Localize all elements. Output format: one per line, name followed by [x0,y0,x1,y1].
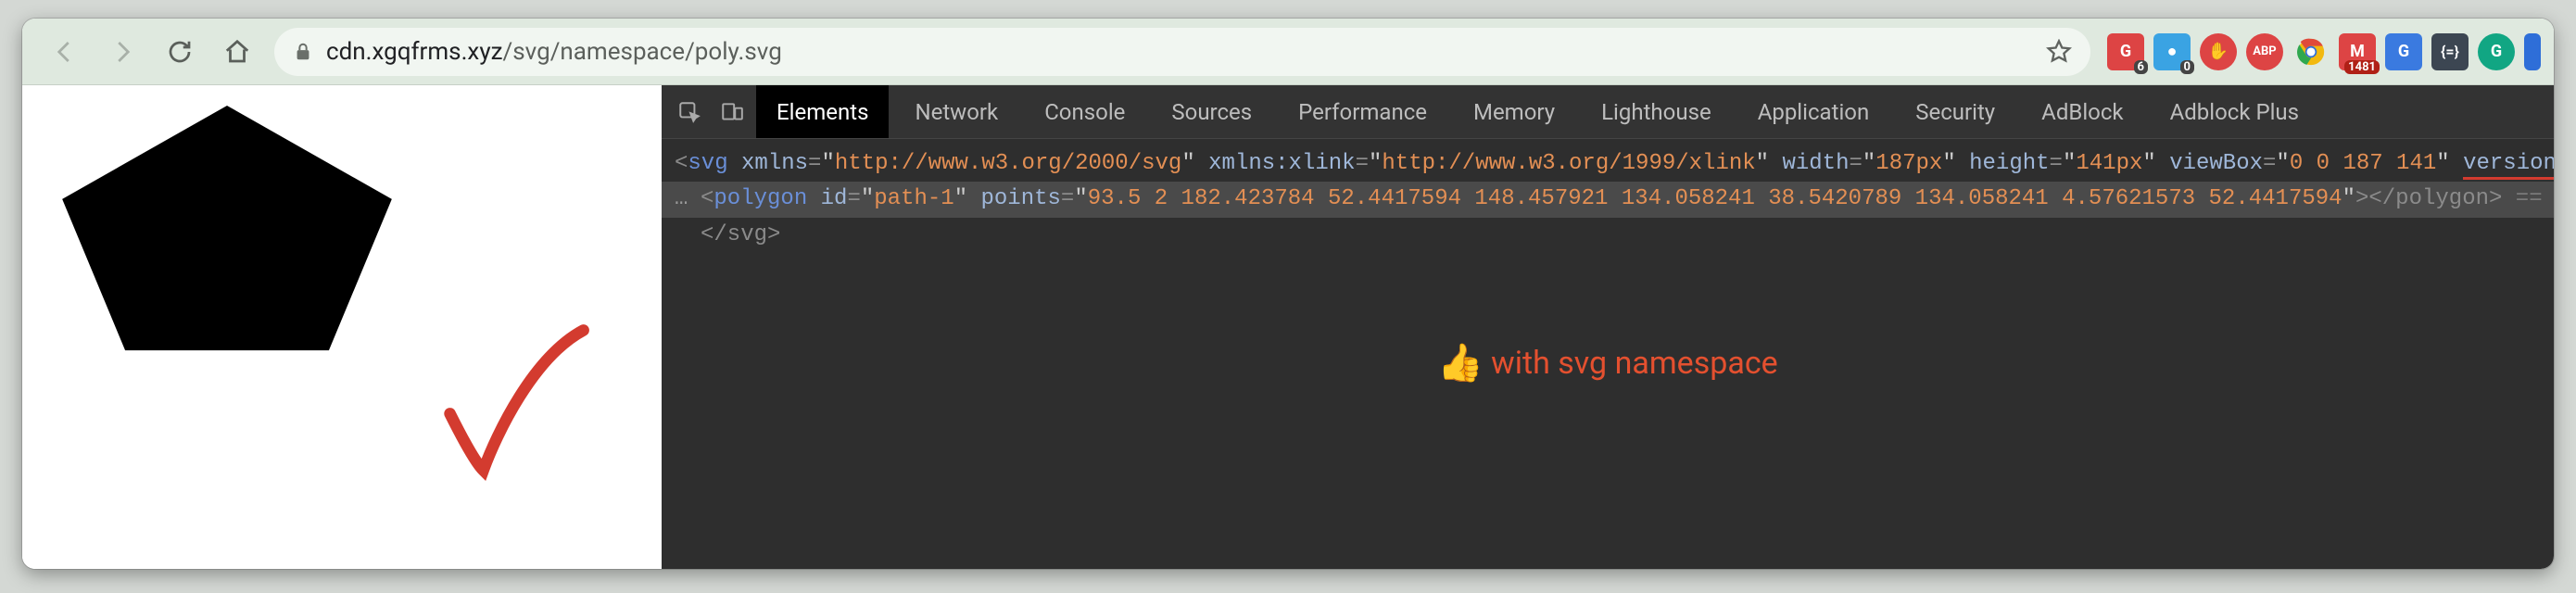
lock-icon [293,41,313,63]
url-host: cdn.xgqfrms.xyz [326,38,503,66]
devtools-tabs: Elements Network Console Sources Perform… [662,85,2554,139]
content-area: Elements Network Console Sources Perform… [22,85,2554,569]
extension-translate-icon[interactable]: G [2385,33,2422,70]
url-path: /svg/namespace/poly.svg [503,38,782,66]
tab-console[interactable]: Console [1024,85,1145,138]
annotation-text: 👍 with svg namespace [1437,334,1777,393]
arrow-right-icon [108,38,136,66]
tab-memory[interactable]: Memory [1453,85,1575,138]
extension-icon[interactable]: G6 [2107,33,2144,70]
bookmark-star-icon[interactable] [2046,39,2072,65]
thumbs-up-icon: 👍 [1437,334,1484,393]
chrome-icon [2295,36,2327,68]
polygon-tag-selected[interactable]: … <polygon id="path-1" points="93.5 2 18… [662,182,2554,217]
tab-sources[interactable]: Sources [1151,85,1272,138]
extension-grammarly-icon[interactable]: G [2478,33,2515,70]
url-text: cdn.xgqfrms.xyz/svg/namespace/poly.svg [326,38,782,66]
device-toolbar-icon[interactable] [713,94,751,131]
extension-icon[interactable]: ●0 [2153,33,2191,70]
checkmark-annotation [430,317,597,484]
browser-toolbar: cdn.xgqfrms.xyz/svg/namespace/poly.svg G… [22,19,2554,85]
tab-application[interactable]: Application [1737,85,1890,138]
arrow-left-icon [51,38,79,66]
tab-network[interactable]: Network [894,85,1018,138]
devtools-panel: Elements Network Console Sources Perform… [662,85,2554,569]
tab-lighthouse[interactable]: Lighthouse [1581,85,1732,138]
tab-performance[interactable]: Performance [1278,85,1447,138]
reload-icon [166,38,194,66]
tab-adblock[interactable]: AdBlock [2021,85,2143,138]
tab-adblock-plus[interactable]: Adblock Plus [2150,85,2319,138]
elements-tree[interactable]: <svg xmlns="http://www.w3.org/2000/svg" … [662,139,2554,569]
browser-window: cdn.xgqfrms.xyz/svg/namespace/poly.svg G… [22,19,2554,569]
extension-icon[interactable]: ✋ [2200,33,2237,70]
svg-close-tag[interactable]: </svg> [675,218,2541,253]
extension-abp-icon[interactable]: ABP [2246,33,2283,70]
extension-chrome-icon[interactable] [2292,33,2330,70]
tab-elements[interactable]: Elements [756,85,889,138]
home-button[interactable] [217,32,258,72]
forward-button[interactable] [102,32,143,72]
tab-security[interactable]: Security [1895,85,2015,138]
pentagon-svg [54,102,400,367]
annotation-label: with svg namespace [1491,338,1778,388]
home-icon [223,38,251,66]
rendered-svg-pane [22,85,662,569]
extension-icon[interactable] [2524,33,2541,70]
ellipsis-icon[interactable]: … [675,182,701,217]
reload-button[interactable] [159,32,200,72]
svg-open-tag[interactable]: <svg xmlns="http://www.w3.org/2000/svg" … [675,146,2541,182]
inspect-element-icon[interactable] [671,94,708,131]
extension-icons: G6 ●0 ✋ ABP M1481 G {=} G [2107,33,2541,70]
extension-gmail-icon[interactable]: M1481 [2339,33,2376,70]
back-button[interactable] [44,32,85,72]
address-bar[interactable]: cdn.xgqfrms.xyz/svg/namespace/poly.svg [274,28,2090,76]
extension-braces-icon[interactable]: {=} [2431,33,2469,70]
